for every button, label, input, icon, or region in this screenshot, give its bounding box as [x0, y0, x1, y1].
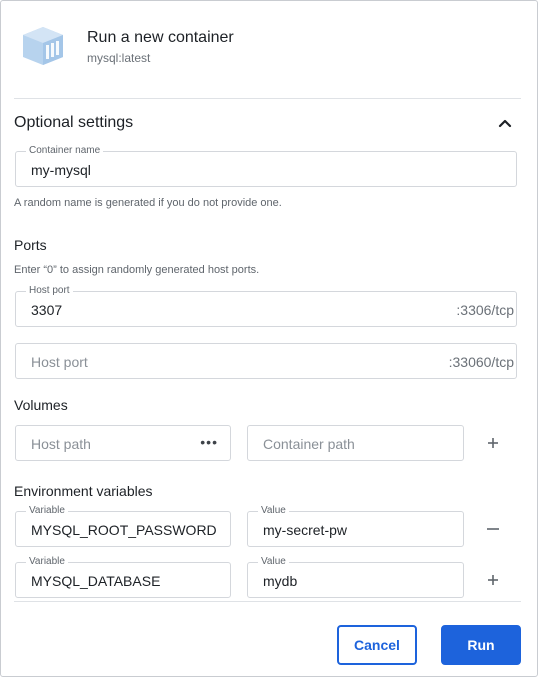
- container-port-label: :3306/tcp: [456, 302, 514, 318]
- host-port-input[interactable]: Host port 3307 :3306/tcp: [15, 285, 517, 327]
- container-path-input[interactable]: Container path: [247, 425, 464, 461]
- chevron-up-icon[interactable]: [495, 113, 515, 133]
- plus-icon[interactable]: [484, 571, 502, 589]
- env-value-value: mydb: [263, 573, 298, 589]
- minus-icon[interactable]: [484, 520, 502, 538]
- env-variable-value: MYSQL_DATABASE: [31, 573, 161, 589]
- container-name-value: my-mysql: [31, 162, 91, 178]
- footer-divider: [14, 601, 521, 602]
- run-button[interactable]: Run: [441, 625, 521, 665]
- host-port-value: 3307: [31, 302, 63, 318]
- ports-hint: Enter “0” to assign randomly generated h…: [14, 264, 260, 276]
- variable-label: Variable: [26, 505, 68, 517]
- host-port-label: Host port: [26, 285, 73, 297]
- header-divider: [14, 98, 521, 99]
- env-value-value: my-secret-pw: [263, 522, 348, 538]
- host-port-placeholder: Host port: [31, 354, 88, 370]
- container-port-label: :33060/tcp: [448, 354, 514, 370]
- run-container-dialog: Run a new container mysql:latest Optiona…: [0, 0, 538, 677]
- host-port-input[interactable]: Host port :33060/tcp: [15, 343, 517, 379]
- container-path-placeholder: Container path: [263, 436, 355, 452]
- image-name: mysql:latest: [87, 51, 151, 65]
- env-variable-input[interactable]: Variable MYSQL_DATABASE: [15, 556, 231, 598]
- dialog-title: Run a new container: [87, 29, 234, 46]
- variable-label: Variable: [26, 556, 68, 568]
- env-variable-value: MYSQL_ROOT_PASSWORD: [31, 522, 217, 538]
- env-variable-input[interactable]: Variable MYSQL_ROOT_PASSWORD: [15, 505, 231, 547]
- optional-settings-title: Optional settings: [14, 114, 134, 131]
- value-label: Value: [258, 556, 289, 568]
- volumes-heading: Volumes: [14, 397, 68, 413]
- host-path-input[interactable]: Host path •••: [15, 425, 231, 461]
- add-volume-plus-icon[interactable]: [484, 434, 502, 452]
- container-name-input[interactable]: Container name my-mysql: [15, 145, 517, 187]
- more-horizontal-icon[interactable]: •••: [200, 434, 218, 450]
- env-heading: Environment variables: [14, 483, 153, 499]
- cancel-button[interactable]: Cancel: [337, 625, 417, 665]
- container-name-label: Container name: [26, 145, 104, 157]
- value-label: Value: [258, 505, 289, 517]
- ports-heading: Ports: [14, 237, 47, 253]
- docker-image-icon: [23, 27, 63, 65]
- env-value-input[interactable]: Value mydb: [247, 556, 464, 598]
- env-value-input[interactable]: Value my-secret-pw: [247, 505, 464, 547]
- host-path-placeholder: Host path: [31, 436, 91, 452]
- container-name-hint: A random name is generated if you do not…: [14, 197, 282, 209]
